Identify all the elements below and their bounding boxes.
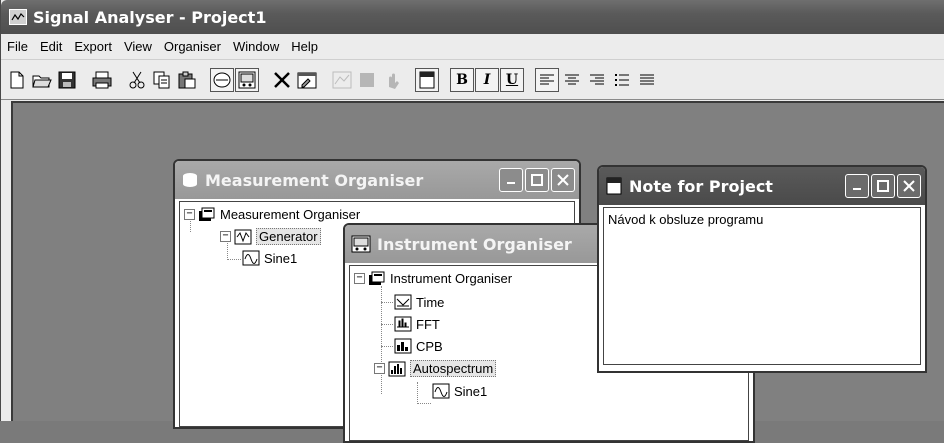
- note-titlebar[interactable]: Note for Project: [599, 167, 925, 205]
- menu-export[interactable]: Export: [74, 39, 112, 54]
- app-icon: [9, 9, 27, 25]
- menu-window[interactable]: Window: [233, 39, 279, 54]
- bold-label: B: [456, 71, 468, 88]
- underline-label: U: [505, 71, 519, 88]
- chart-icon[interactable]: [330, 68, 354, 92]
- tree-label: FFT: [416, 316, 440, 332]
- organiser-icon: [369, 271, 385, 285]
- maximize-button[interactable]: [871, 174, 895, 198]
- align-center-icon[interactable]: [560, 68, 584, 92]
- tree-node-time[interactable]: Time: [394, 294, 444, 310]
- menu-file[interactable]: File: [7, 39, 28, 54]
- instrument-organiser-title: Instrument Organiser: [377, 234, 572, 254]
- justify-icon[interactable]: [635, 68, 659, 92]
- app-title: Signal Analyser - Project1: [33, 7, 267, 27]
- menu-help[interactable]: Help: [291, 39, 318, 54]
- note-editor[interactable]: Návod k obsluze programu: [603, 207, 921, 365]
- tree-node-cpb[interactable]: CPB: [394, 338, 443, 354]
- time-icon: [394, 294, 412, 310]
- hand-icon[interactable]: [380, 68, 404, 92]
- tree-label: Generator: [256, 228, 321, 245]
- menu-bar: File Edit Export View Organiser Window H…: [1, 34, 944, 60]
- measurement-organiser-toggle-icon[interactable]: [210, 67, 234, 92]
- bold-button[interactable]: B: [450, 67, 474, 92]
- tree-label: Instrument Organiser: [390, 270, 513, 286]
- minimize-button[interactable]: [499, 168, 523, 192]
- tree-label: Measurement Organiser: [220, 206, 361, 222]
- menu-organiser[interactable]: Organiser: [164, 39, 221, 54]
- tree-node-sine1[interactable]: Sine1: [432, 383, 487, 399]
- save-icon[interactable]: [55, 68, 79, 92]
- fft-icon: [394, 316, 412, 332]
- collapse-icon[interactable]: −: [184, 208, 195, 220]
- bullet-list-icon[interactable]: [610, 68, 634, 92]
- note-window[interactable]: Note for Project Návod k obsluze program…: [597, 165, 927, 373]
- tree-node-measurement-organiser[interactable]: − Measurement Organiser: [184, 206, 360, 222]
- close-button[interactable]: [897, 174, 921, 198]
- tree-node-instrument-organiser[interactable]: − Instrument Organiser: [354, 270, 512, 286]
- underline-button[interactable]: U: [500, 67, 524, 92]
- tree-label: CPB: [416, 338, 443, 354]
- note-text[interactable]: Návod k obsluze programu: [608, 212, 763, 227]
- tree-node-sine1[interactable]: Sine1: [242, 250, 297, 266]
- database-icon: [183, 173, 197, 187]
- signal-icon: [432, 383, 450, 399]
- delete-icon[interactable]: [270, 68, 294, 92]
- tree-label: Autospectrum: [410, 360, 497, 377]
- copy-icon[interactable]: [150, 68, 174, 92]
- tree-node-autospectrum[interactable]: − Autospectrum: [374, 360, 497, 377]
- signal-icon: [242, 250, 260, 266]
- collapse-icon[interactable]: −: [374, 363, 385, 374]
- instrument-organiser-toggle-icon[interactable]: [235, 67, 259, 92]
- organiser-icon: [199, 207, 215, 221]
- collapse-icon[interactable]: −: [354, 272, 365, 284]
- tree-label: Sine1: [454, 383, 488, 399]
- open-folder-icon[interactable]: [30, 68, 54, 92]
- measurement-organiser-titlebar[interactable]: Measurement Organiser: [175, 161, 579, 199]
- instrument-icon: [351, 235, 371, 253]
- generator-icon: [234, 229, 252, 244]
- properties-icon[interactable]: [295, 68, 319, 92]
- mdi-workspace: Measurement Organiser − Measurement Orga…: [11, 101, 944, 443]
- minimize-button[interactable]: [845, 174, 869, 198]
- tree-label: Sine1: [264, 250, 298, 266]
- maximize-button[interactable]: [525, 168, 549, 192]
- italic-button[interactable]: I: [475, 67, 499, 92]
- close-button[interactable]: [551, 168, 575, 192]
- stop-icon[interactable]: [355, 68, 379, 92]
- align-left-icon[interactable]: [535, 67, 559, 92]
- collapse-icon[interactable]: −: [220, 231, 231, 242]
- menu-view[interactable]: View: [124, 39, 152, 54]
- autospectrum-icon: [388, 361, 406, 376]
- italic-label: I: [483, 71, 491, 88]
- paste-icon[interactable]: [175, 68, 199, 92]
- print-icon[interactable]: [90, 68, 114, 92]
- tree-node-generator[interactable]: − Generator: [220, 228, 321, 245]
- title-bar[interactable]: Signal Analyser - Project1: [1, 0, 944, 34]
- tree-node-fft[interactable]: FFT: [394, 316, 440, 332]
- cut-icon[interactable]: [125, 68, 149, 92]
- note-icon[interactable]: [415, 67, 439, 92]
- app-window: Signal Analyser - Project1 File Edit Exp…: [0, 0, 944, 443]
- cpb-icon: [394, 338, 412, 354]
- note-icon: [606, 177, 622, 195]
- note-title: Note for Project: [629, 176, 773, 196]
- menu-edit[interactable]: Edit: [40, 39, 62, 54]
- align-right-icon[interactable]: [585, 68, 609, 92]
- measurement-organiser-title: Measurement Organiser: [205, 170, 424, 190]
- new-file-icon[interactable]: [5, 68, 29, 92]
- toolbar: B I U: [1, 60, 944, 100]
- tree-label: Time: [416, 294, 445, 310]
